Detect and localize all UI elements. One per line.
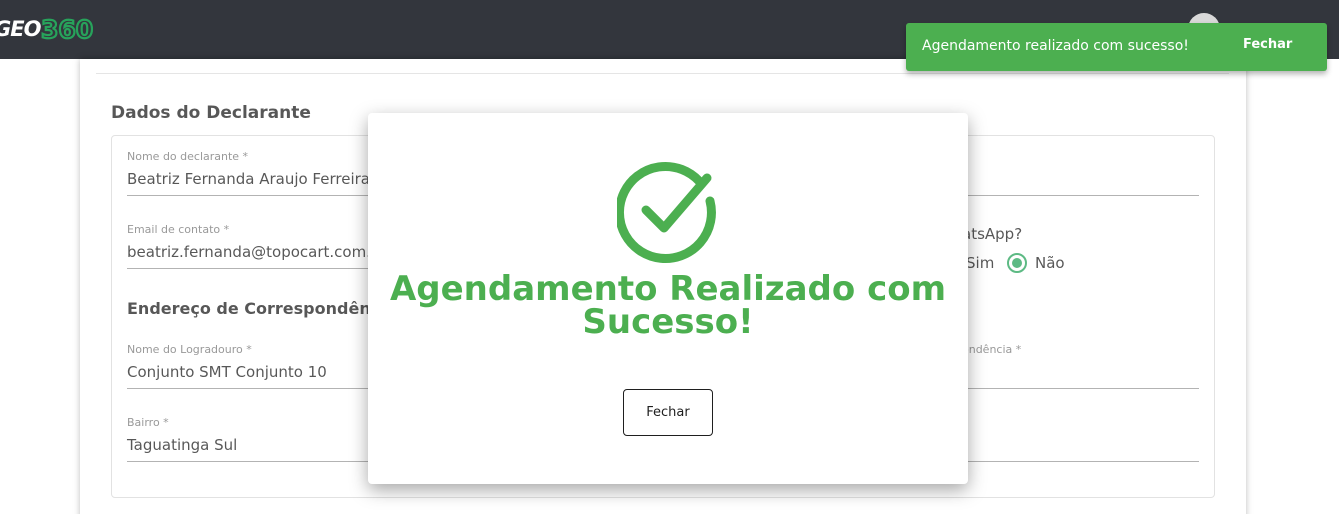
toast-close-button[interactable]: Fechar	[1243, 37, 1292, 52]
svg-text:360: 360	[41, 15, 93, 44]
toast-message: Agendamento realizado com sucesso!	[922, 38, 1189, 54]
check-circle-icon	[617, 161, 716, 263]
success-modal: Agendamento Realizado com Sucesso! Fecha…	[368, 113, 968, 484]
modal-close-button[interactable]: Fechar	[623, 389, 713, 436]
geo360-logo[interactable]: GEO 360	[0, 13, 101, 45]
logo-text: GEO	[0, 17, 41, 41]
modal-title: Agendamento Realizado com Sucesso!	[389, 269, 947, 342]
logo-360-mark: 360	[41, 14, 94, 44]
success-toast: Agendamento realizado com sucesso! Fecha…	[906, 23, 1327, 71]
